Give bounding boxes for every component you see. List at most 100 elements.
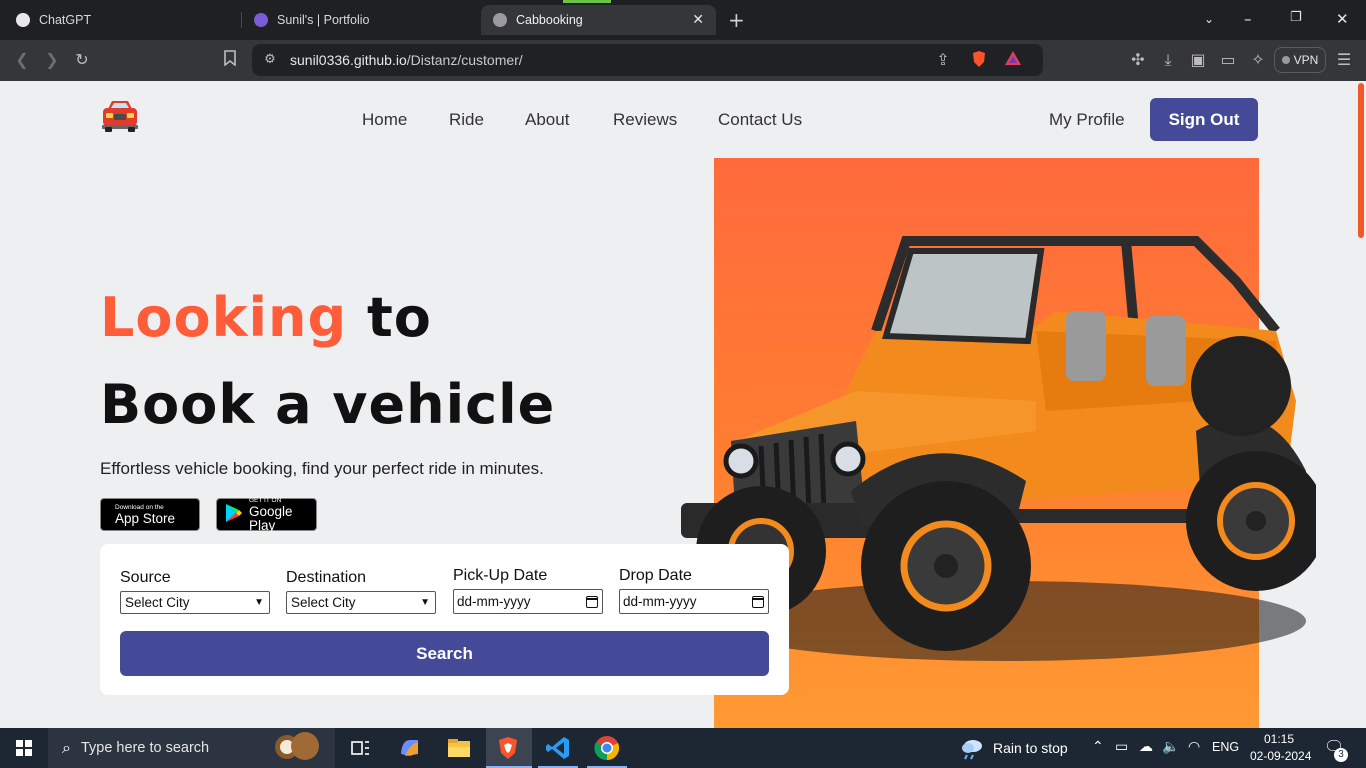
weather-text[interactable]: Rain to stop: [993, 740, 1068, 756]
onedrive-cloud-icon[interactable]: ☁: [1139, 738, 1153, 755]
page-scrollbar[interactable]: [1356, 81, 1366, 728]
calendar-icon[interactable]: [752, 596, 764, 608]
coconut-icon: [267, 731, 323, 765]
file-explorer-icon[interactable]: [445, 734, 473, 762]
google-play-badge[interactable]: GET IT ON Google Play: [216, 497, 317, 532]
download-icon[interactable]: ⤓: [1158, 50, 1178, 70]
car-logo-icon[interactable]: [100, 98, 140, 132]
back-icon[interactable]: ❮: [12, 50, 32, 70]
volume-icon[interactable]: 🔈: [1162, 738, 1179, 755]
taskbar-search-placeholder: Type here to search: [80, 740, 210, 756]
share-icon[interactable]: ⇪: [933, 50, 953, 70]
url-host: sunil0336.github.io: [290, 52, 407, 68]
tab-portfolio[interactable]: Sunil's | Portfolio: [246, 5, 476, 35]
chrome-icon[interactable]: [593, 734, 621, 762]
extensions-icon[interactable]: ✣: [1128, 50, 1148, 70]
drop-date-label: Drop Date: [619, 567, 692, 584]
headline-rest: to: [347, 286, 432, 349]
brave-browser-icon[interactable]: [494, 734, 522, 762]
tab-title: ChatGPT: [39, 13, 92, 27]
task-view-icon[interactable]: [346, 734, 374, 762]
brave-rewards-icon[interactable]: [1003, 50, 1023, 70]
close-tab-icon[interactable]: ✕: [692, 11, 704, 28]
google-play-icon: [225, 503, 243, 527]
nav-ride[interactable]: Ride: [449, 110, 484, 130]
headline-accent: Looking: [100, 286, 348, 349]
pickup-date-label: Pick-Up Date: [453, 567, 548, 584]
calendar-icon[interactable]: [586, 596, 598, 608]
search-button[interactable]: Search: [120, 631, 769, 676]
windows-taskbar: ⌕ Type here to search Rain to stop ⌃ ▭ ☁…: [0, 728, 1366, 768]
headline-line-2: Book a vehicle: [100, 373, 556, 436]
forward-icon[interactable]: ❯: [42, 50, 62, 70]
notification-count-badge: 3: [1334, 748, 1348, 762]
vpn-status-icon: [1281, 56, 1290, 64]
booking-form: Source Select City ▼ Destination Select …: [100, 544, 789, 695]
globe-icon: [493, 13, 507, 27]
nav-reviews[interactable]: Reviews: [613, 110, 677, 130]
destination-select[interactable]: Select City ▼: [286, 591, 436, 614]
chatgpt-icon: [16, 13, 30, 27]
new-tab-icon[interactable]: +: [728, 8, 745, 32]
reload-icon[interactable]: ↻: [72, 50, 92, 70]
drop-date-input[interactable]: dd-mm-yyyy: [619, 589, 769, 614]
vscode-icon[interactable]: [544, 734, 572, 762]
tab-cabbooking[interactable]: Cabbooking ✕: [481, 5, 716, 35]
clock-date[interactable]: 02-09-2024: [1250, 749, 1311, 763]
site-settings-icon[interactable]: ⚙: [260, 50, 280, 70]
windows-start-icon[interactable]: [16, 740, 32, 756]
pickup-date-placeholder: dd-mm-yyyy: [457, 594, 531, 609]
tab-search-chevron-icon[interactable]: ⌄: [1204, 12, 1214, 26]
tab-loading-indicator: [563, 0, 611, 3]
menu-icon[interactable]: ☰: [1334, 50, 1354, 70]
web-page: Home Ride About Reviews Contact Us My Pr…: [0, 81, 1366, 728]
brave-shields-icon[interactable]: [969, 50, 989, 70]
url-text: sunil0336.github.io/Distanz/customer/: [290, 52, 523, 68]
wallet-icon[interactable]: ▭: [1218, 50, 1238, 70]
close-window-icon[interactable]: ✕: [1336, 10, 1349, 28]
restore-icon[interactable]: ❐: [1290, 10, 1302, 25]
bookmark-icon[interactable]: [220, 50, 240, 70]
drop-date-placeholder: dd-mm-yyyy: [623, 594, 697, 609]
headline-line-1: Looking to: [100, 286, 432, 349]
clock-time[interactable]: 01:15: [1264, 732, 1294, 746]
my-profile-link[interactable]: My Profile: [1049, 110, 1125, 130]
chevron-down-icon: ▼: [420, 597, 430, 608]
tab-title: Cabbooking: [516, 13, 583, 27]
source-select[interactable]: Select City ▼: [120, 591, 270, 614]
language-indicator[interactable]: ENG: [1212, 740, 1239, 754]
tab-divider: [241, 12, 242, 28]
app-store-big-text: App Store: [115, 510, 176, 526]
vpn-label: VPN: [1293, 53, 1319, 67]
show-hidden-icons-icon[interactable]: ⌃: [1092, 738, 1104, 755]
wifi-icon[interactable]: ◠: [1188, 738, 1200, 755]
copilot-icon[interactable]: [396, 734, 424, 762]
source-value: Select City: [125, 595, 190, 610]
nav-contact-us[interactable]: Contact Us: [718, 110, 802, 130]
destination-value: Select City: [291, 595, 356, 610]
tab-chatgpt[interactable]: ChatGPT: [8, 5, 238, 35]
address-bar[interactable]: ⚙ sunil0336.github.io/Distanz/customer/ …: [252, 44, 1043, 76]
pickup-date-input[interactable]: dd-mm-yyyy: [453, 589, 603, 614]
sidebar-icon[interactable]: ▣: [1188, 50, 1208, 70]
app-store-badge[interactable]: Download on the App Store: [100, 498, 200, 531]
sign-out-button[interactable]: Sign Out: [1150, 98, 1258, 141]
search-icon: ⌕: [62, 738, 71, 757]
tab-title: Sunil's | Portfolio: [277, 13, 370, 27]
destination-label: Destination: [286, 569, 367, 586]
minimize-icon[interactable]: –: [1244, 10, 1252, 28]
source-label: Source: [120, 569, 171, 586]
battery-icon[interactable]: ▭: [1115, 738, 1128, 755]
hero-tagline: Effortless vehicle booking, find your pe…: [100, 459, 544, 478]
nav-home[interactable]: Home: [362, 110, 407, 130]
browser-tab-bar: ChatGPT Sunil's | Portfolio Cabbooking ✕…: [0, 0, 1366, 40]
leo-ai-icon[interactable]: ✧: [1248, 50, 1268, 70]
scrollbar-thumb[interactable]: [1358, 83, 1364, 238]
portfolio-icon: [254, 13, 268, 27]
vpn-button[interactable]: VPN: [1274, 47, 1326, 73]
nav-about[interactable]: About: [525, 110, 569, 130]
url-path: /Distanz/customer/: [406, 52, 523, 68]
taskbar-search-box[interactable]: ⌕ Type here to search: [48, 728, 335, 768]
chevron-down-icon: ▼: [254, 597, 264, 608]
weather-rain-icon[interactable]: [958, 734, 986, 762]
